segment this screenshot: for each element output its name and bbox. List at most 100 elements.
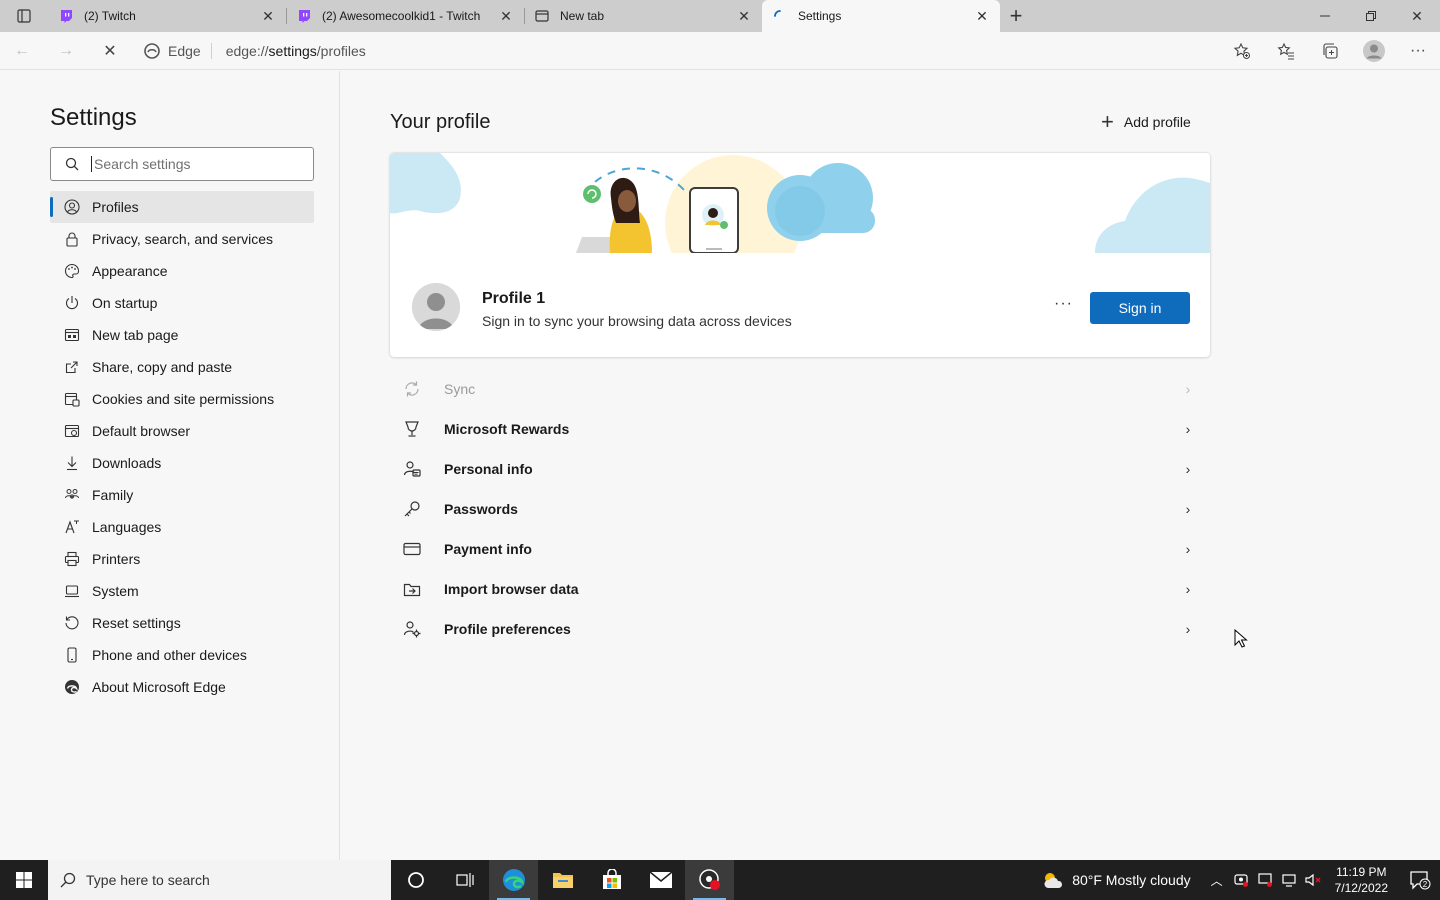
cortana-icon [407,872,424,888]
sidebar-item-phone-devices[interactable]: Phone and other devices [50,639,314,671]
clock[interactable]: 11:19 PM 7/12/2022 [1335,864,1388,896]
row-label: Microsoft Rewards [444,421,570,437]
start-button[interactable] [0,860,48,900]
minimize-button[interactable] [1302,0,1348,32]
close-tab-icon[interactable]: ✕ [498,8,514,24]
stop-loading-button[interactable]: ✕ [88,35,132,67]
sidebar-item-label: Printers [92,551,141,567]
sidebar-item-family[interactable]: Family [50,479,314,511]
tab-actions-button[interactable] [0,0,48,32]
close-tab-icon[interactable]: ✕ [260,8,276,24]
sidebar-item-downloads[interactable]: Downloads [50,447,314,479]
twitch-icon [58,8,74,24]
edge-page-chip[interactable]: Edge [144,42,212,59]
url-path: /profiles [316,42,366,59]
weather-widget[interactable]: 80°F Mostly cloudy [1042,871,1191,889]
tray-app-icon-2[interactable] [1253,873,1277,887]
folder-icon [552,873,573,888]
row-passwords[interactable]: Passwords › [390,489,1210,529]
minimize-icon [1320,15,1330,17]
sidebar-item-profiles[interactable]: Profiles [50,191,314,223]
tab-awesomecoolkid1[interactable]: (2) Awesomecoolkid1 - Twitch ✕ [286,0,524,32]
sidebar-item-cookies[interactable]: Cookies and site permissions [50,383,314,415]
sidebar-item-privacy[interactable]: Privacy, search, and services [50,223,314,255]
star-add-icon [1233,42,1250,59]
search-icon [60,872,76,888]
sidebar-item-about-edge[interactable]: About Microsoft Edge [50,671,314,703]
tab-settings[interactable]: Settings ✕ [762,0,1000,32]
add-profile-button[interactable]: + Add profile [1101,111,1191,133]
address-bar[interactable]: Edge edge://settings/profiles [132,35,1220,67]
row-payment-info[interactable]: Payment info › [390,529,1210,569]
task-view-button[interactable] [440,860,489,900]
close-tab-icon[interactable]: ✕ [736,8,752,24]
sidebar-item-printers[interactable]: Printers [50,543,314,575]
taskbar-mail[interactable] [636,860,685,900]
sidebar-item-reset-settings[interactable]: Reset settings [50,607,314,639]
network-icon [1282,874,1296,887]
profile-more-options-button[interactable]: ··· [1054,295,1073,313]
restore-button[interactable] [1348,0,1394,32]
sidebar-item-appearance[interactable]: Appearance [50,255,314,287]
notification-count: 2 [1423,880,1428,889]
sidebar-item-on-startup[interactable]: On startup [50,287,314,319]
system-icon [64,583,80,599]
sidebar-item-label: Privacy, search, and services [92,231,274,247]
notification-icon: 2 [1410,871,1431,890]
back-button[interactable]: ← [0,35,44,67]
settings-main: Your profile + Add profile Profile 1 Sig… [341,71,1440,860]
download-icon [64,455,80,471]
row-personal-info[interactable]: Personal info › [390,449,1210,489]
row-sync[interactable]: Sync › [390,369,1210,409]
monitor-alert-icon [1258,873,1272,887]
volume-button[interactable] [1301,873,1325,887]
settings-title: Settings [50,104,137,131]
row-microsoft-rewards[interactable]: Microsoft Rewards › [390,409,1210,449]
add-favorite-button[interactable] [1220,35,1264,67]
taskbar-search-box[interactable]: Type here to search [48,860,391,900]
sidebar-item-label: New tab page [92,327,179,343]
taskbar-microsoft-store[interactable] [587,860,636,900]
notification-center-button[interactable]: 2 [1400,860,1440,900]
row-label: Import browser data [444,581,579,597]
network-button[interactable] [1277,873,1301,887]
search-input[interactable] [91,156,291,172]
cortana-button[interactable] [391,860,440,900]
search-settings-box[interactable] [50,147,314,181]
sidebar-item-label: Languages [92,519,162,535]
sidebar-item-label: Default browser [92,423,191,439]
close-window-button[interactable]: ✕ [1394,0,1440,32]
row-label: Personal info [444,461,533,477]
taskbar-recording-app[interactable] [685,860,734,900]
sidebar-item-label: Family [92,487,134,503]
sidebar-item-default-browser[interactable]: Default browser [50,415,314,447]
sidebar-item-new-tab-page[interactable]: New tab page [50,319,314,351]
tray-app-icon[interactable] [1229,873,1253,887]
favorites-button[interactable] [1264,35,1308,67]
row-import-browser-data[interactable]: Import browser data › [390,569,1210,609]
partly-cloudy-icon [1044,873,1063,888]
chevron-right-icon: › [1185,381,1191,397]
sign-in-button[interactable]: Sign in [1090,292,1190,324]
settings-more-button[interactable]: ··· [1396,35,1440,67]
tab-new-tab[interactable]: New tab ✕ [524,0,762,32]
search-icon [65,157,79,171]
profile-illustration [390,153,1210,291]
new-tab-button[interactable]: + [1000,0,1032,32]
forward-button[interactable]: → [44,35,88,67]
tab-twitch[interactable]: (2) Twitch ✕ [48,0,286,32]
webcam-icon [1234,874,1248,887]
collections-button[interactable] [1308,35,1352,67]
chevron-right-icon: › [1185,541,1191,557]
sidebar-item-system[interactable]: System [50,575,314,607]
row-profile-preferences[interactable]: Profile preferences › [390,609,1210,649]
profile-button[interactable] [1352,35,1396,67]
avatar [412,283,460,331]
profile-name: Profile 1 [482,290,546,307]
close-tab-icon[interactable]: ✕ [974,8,990,24]
sidebar-item-share-copy-paste[interactable]: Share, copy and paste [50,351,314,383]
sidebar-item-languages[interactable]: Languages [50,511,314,543]
show-hidden-icons-button[interactable]: ︿ [1205,872,1229,889]
taskbar-edge[interactable] [489,860,538,900]
taskbar-file-explorer[interactable] [538,860,587,900]
